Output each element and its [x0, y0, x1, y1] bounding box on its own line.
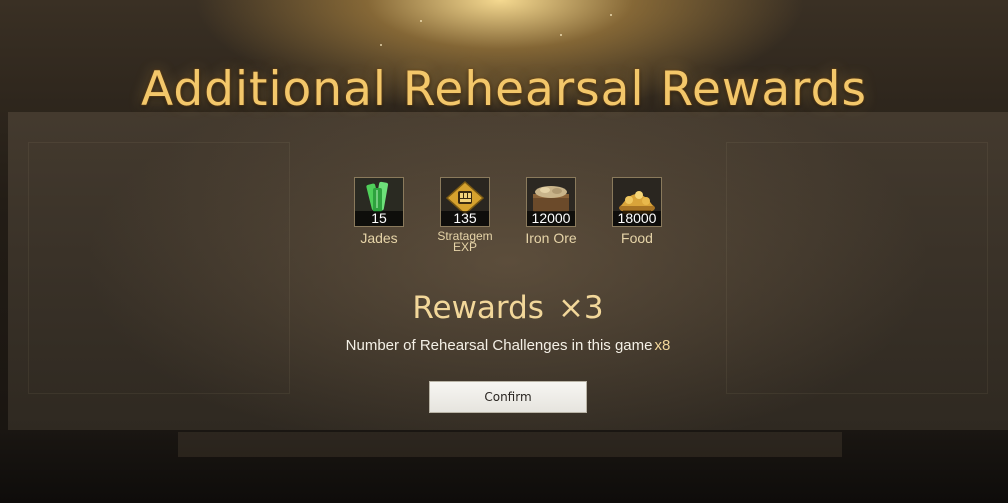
- reward-quantity: 12000: [527, 211, 575, 226]
- reward-label: Food: [621, 230, 653, 246]
- reward-tile: 18000: [612, 177, 662, 227]
- reward-item-food[interactable]: 18000 Food: [607, 177, 667, 245]
- confirm-button[interactable]: Confirm: [429, 381, 587, 413]
- reward-quantity: 15: [355, 211, 403, 226]
- challenges-count-text: Number of Rehearsal Challenges in this g…: [0, 337, 1008, 354]
- reward-label: Stratagem EXP: [437, 229, 493, 254]
- reward-item-stratagem-exp[interactable]: 135 Stratagem EXP: [435, 177, 495, 253]
- sparkle: [610, 14, 612, 16]
- reward-tile: 15: [354, 177, 404, 227]
- reward-quantity: 18000: [613, 211, 661, 226]
- reward-quantity: 135: [441, 211, 489, 226]
- reward-item-jades[interactable]: 15 Jades: [349, 177, 409, 245]
- dialog-title: Additional Rehearsal Rewards: [141, 62, 867, 117]
- reward-label: Jades: [360, 230, 398, 246]
- reward-tile: 12000: [526, 177, 576, 227]
- sparkle: [560, 34, 562, 36]
- sparkle: [420, 20, 422, 22]
- multiplier-value: ×3: [557, 290, 604, 326]
- sparkle: [380, 44, 382, 46]
- rewards-list: 15 Jades 135 Stratagem EXP 12000 Iron Or…: [354, 177, 664, 267]
- background-panel: [178, 432, 842, 457]
- reward-tile: 135: [440, 177, 490, 227]
- reward-label: Iron Ore: [525, 230, 577, 246]
- challenges-count: x8: [654, 337, 671, 354]
- multiplier-label: Rewards: [412, 290, 544, 326]
- reward-item-iron-ore[interactable]: 12000 Iron Ore: [521, 177, 581, 245]
- challenges-label: Number of Rehearsal Challenges in this g…: [345, 337, 653, 354]
- rewards-multiplier: Rewards ×3: [0, 290, 1008, 326]
